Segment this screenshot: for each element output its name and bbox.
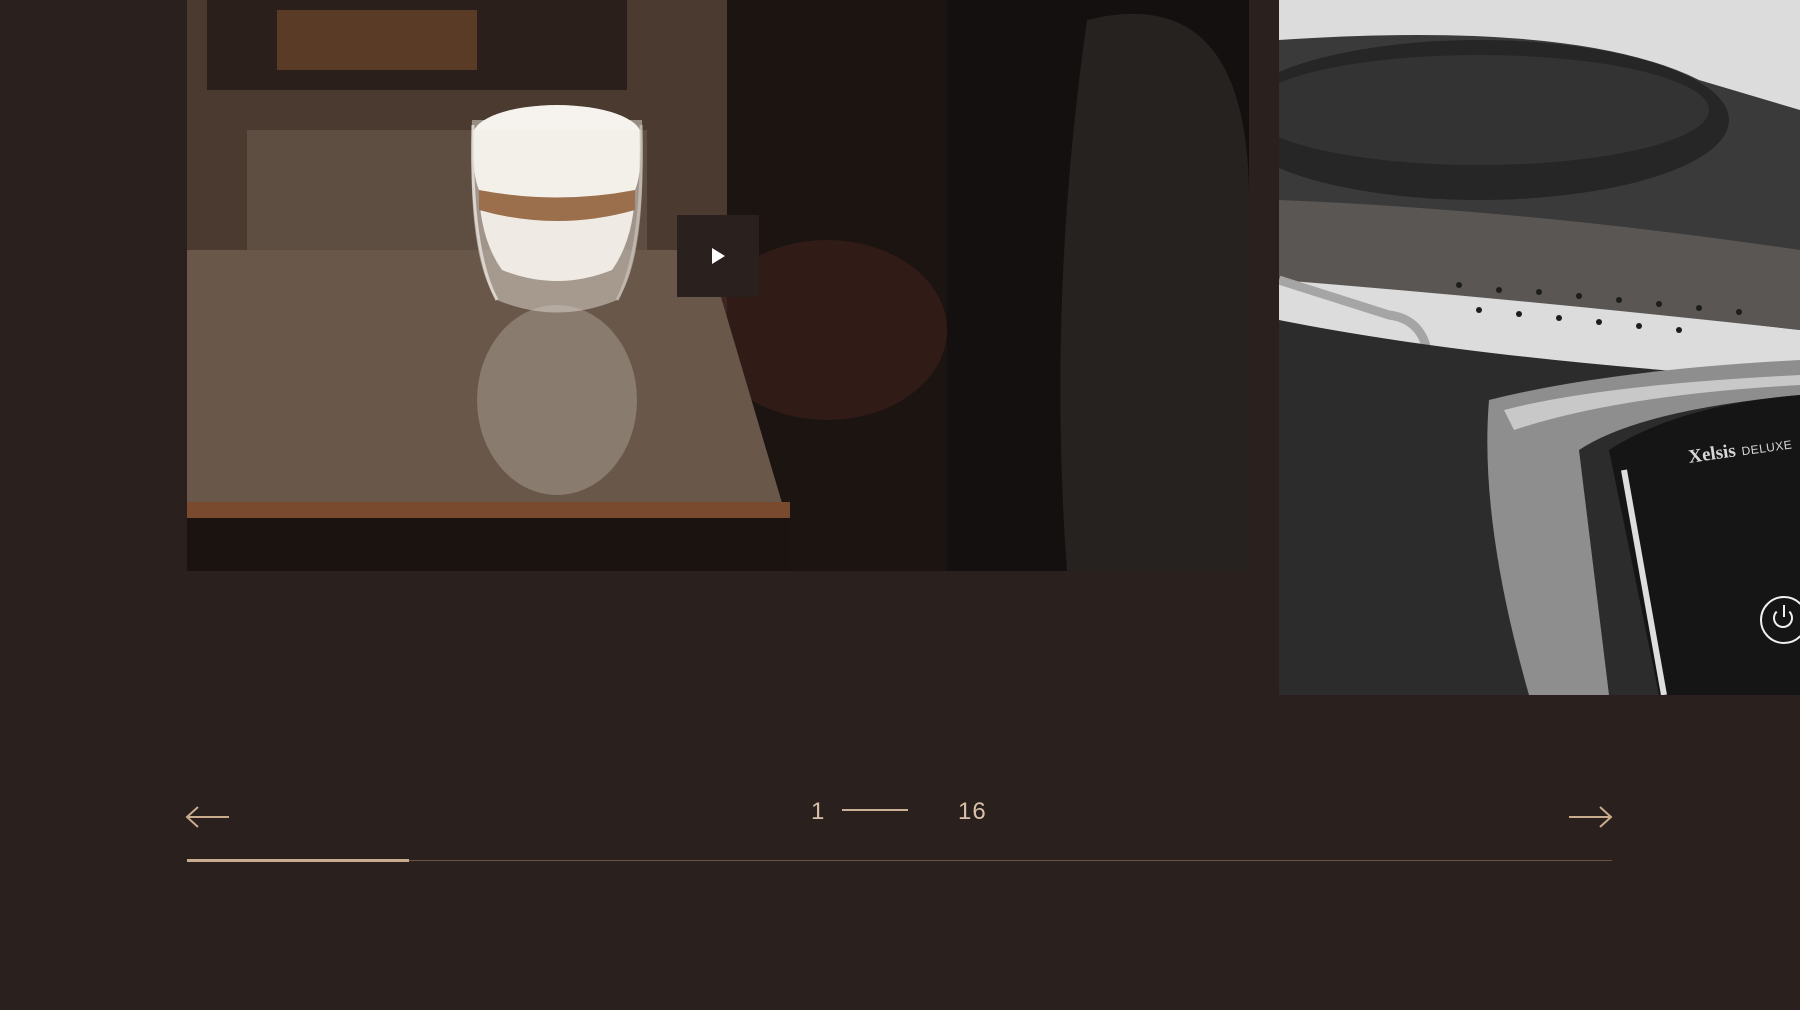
play-icon — [712, 248, 725, 264]
arrow-right-icon[interactable] — [1567, 805, 1613, 829]
power-icon — [1760, 596, 1800, 644]
brand-suffix: DELUXE — [1740, 437, 1794, 459]
carousel-section: Xelsis DELUXE 1 16 — [0, 0, 1800, 1010]
progress-fill — [187, 859, 409, 862]
product-slide[interactable]: Xelsis DELUXE — [1279, 0, 1800, 695]
slide-counter-total: 16 — [958, 798, 987, 825]
video-slide[interactable] — [187, 0, 1249, 571]
product-image — [1279, 0, 1800, 695]
arrow-left-icon[interactable] — [185, 805, 231, 829]
slide-counter-current: 1 — [811, 798, 826, 825]
play-button[interactable] — [677, 215, 759, 297]
counter-separator — [842, 809, 908, 811]
